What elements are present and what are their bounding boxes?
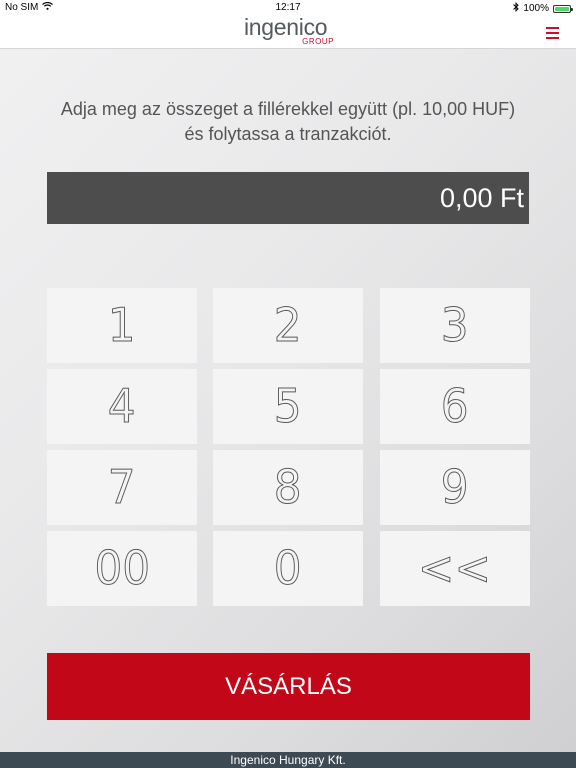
instruction-line-2: és folytassa a tranzakciót.	[184, 124, 392, 144]
footer: Ingenico Hungary Kft.	[0, 752, 576, 768]
instruction-line-1: Adja meg az összeget a fillérekkel együt…	[60, 99, 516, 119]
backspace-key[interactable]: <<	[380, 531, 530, 606]
key-3[interactable]: 3	[380, 288, 530, 363]
battery-level	[555, 6, 569, 11]
status-time: 12:17	[275, 2, 301, 13]
key-2[interactable]: 2	[213, 288, 363, 363]
key-label: 5	[274, 379, 303, 434]
key-label: <<	[418, 541, 492, 596]
logo-group-text: GROUP	[302, 37, 334, 46]
key-label: 0	[274, 541, 303, 596]
key-label: 3	[441, 298, 470, 353]
key-label: 9	[441, 460, 470, 515]
battery-icon	[553, 4, 573, 13]
key-label: 8	[274, 460, 303, 515]
purchase-button[interactable]: VÁSÁRLÁS	[47, 653, 530, 720]
key-label: 6	[441, 379, 470, 434]
app-header: ingenico GROUP	[0, 14, 576, 49]
key-1[interactable]: 1	[47, 288, 197, 363]
key-8[interactable]: 8	[213, 450, 363, 525]
amount-display: 0,00 Ft	[47, 172, 529, 224]
battery-percent: 100%	[523, 3, 549, 14]
bluetooth-icon	[513, 1, 520, 15]
status-right: 100%	[513, 1, 573, 15]
key-6[interactable]: 6	[380, 369, 530, 444]
hamburger-menu-icon[interactable]	[546, 26, 559, 39]
key-5[interactable]: 5	[213, 369, 363, 444]
key-4[interactable]: 4	[47, 369, 197, 444]
key-00[interactable]: 00	[47, 531, 197, 606]
key-label: 7	[108, 460, 137, 515]
key-label: 4	[108, 379, 137, 434]
key-7[interactable]: 7	[47, 450, 197, 525]
key-label: 2	[274, 298, 303, 353]
key-9[interactable]: 9	[380, 450, 530, 525]
ingenico-logo: ingenico GROUP	[244, 14, 336, 48]
key-label: 00	[94, 541, 151, 596]
key-0[interactable]: 0	[213, 531, 363, 606]
battery-tip	[571, 7, 573, 11]
key-label: 1	[108, 298, 137, 353]
instruction-text: Adja meg az összeget a fillérekkel együt…	[20, 97, 556, 147]
